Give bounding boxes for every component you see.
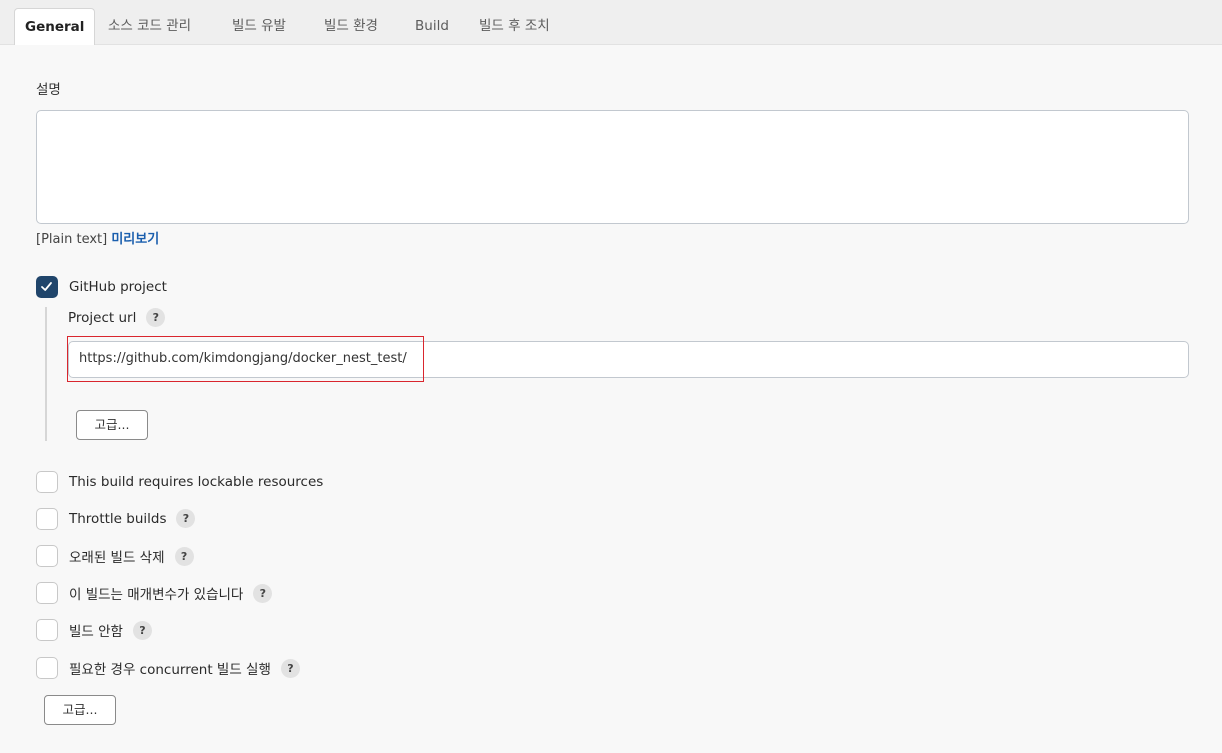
lockable-resources-label-text: This build requires lockable resources: [69, 474, 324, 490]
preview-link[interactable]: 미리보기: [111, 232, 159, 247]
check-icon: [41, 282, 52, 291]
github-project-label: GitHub project: [69, 279, 167, 295]
tab-build-triggers[interactable]: 빌드 유발: [232, 10, 286, 44]
discard-old-builds-label-text: 오래된 빌드 삭제: [69, 550, 165, 566]
concurrent-builds-help-icon[interactable]: ?: [280, 658, 300, 678]
tab-post-build-actions[interactable]: 빌드 후 조치: [479, 10, 550, 44]
parameterized-build-checkbox[interactable]: [36, 582, 58, 604]
config-tab-bar: General 소스 코드 관리 빌드 유발 빌드 환경 Build 빌드 후 …: [0, 0, 1222, 45]
discard-old-builds-checkbox[interactable]: [36, 545, 58, 567]
general-advanced-button[interactable]: 고급...: [44, 695, 116, 725]
github-advanced-button[interactable]: 고급...: [76, 410, 148, 440]
disable-build-label: 빌드 안함 ?: [69, 620, 152, 640]
throttle-builds-help-icon[interactable]: ?: [176, 509, 196, 528]
github-project-checkbox[interactable]: [36, 276, 58, 298]
concurrent-builds-checkbox[interactable]: [36, 657, 58, 679]
tab-general[interactable]: General: [14, 8, 96, 45]
project-url-label: Project url ?: [68, 308, 166, 327]
tab-build-environment[interactable]: 빌드 환경: [324, 10, 378, 44]
parameterized-build-label: 이 빌드는 매개변수가 있습니다 ?: [69, 583, 273, 603]
concurrent-builds-label-text: 필요한 경우 concurrent 빌드 실행: [69, 662, 271, 678]
github-project-section-line: [45, 307, 47, 441]
disable-build-help-icon[interactable]: ?: [132, 620, 152, 640]
tab-source-code-management[interactable]: 소스 코드 관리: [108, 10, 191, 44]
concurrent-builds-label: 필요한 경우 concurrent 빌드 실행 ?: [69, 658, 300, 678]
disable-build-label-text: 빌드 안함: [69, 624, 123, 640]
tab-build[interactable]: Build: [415, 10, 449, 44]
throttle-builds-label: Throttle builds ?: [69, 509, 196, 528]
discard-old-builds-label: 오래된 빌드 삭제 ?: [69, 546, 194, 566]
disable-build-checkbox[interactable]: [36, 619, 58, 641]
lockable-resources-label: This build requires lockable resources: [69, 474, 323, 490]
description-textarea[interactable]: [36, 110, 1189, 224]
description-label: 설명: [36, 82, 61, 98]
discard-old-builds-help-icon[interactable]: ?: [174, 546, 194, 566]
description-format-row: [Plain text] 미리보기: [36, 228, 159, 247]
lockable-resources-checkbox[interactable]: [36, 471, 58, 493]
github-project-label-text: GitHub project: [69, 279, 167, 295]
plain-text-label: [Plain text]: [36, 232, 108, 247]
parameterized-build-help-icon[interactable]: ?: [253, 583, 273, 603]
throttle-builds-checkbox[interactable]: [36, 508, 58, 530]
project-url-label-text: Project url: [68, 309, 137, 326]
parameterized-build-label-text: 이 빌드는 매개변수가 있습니다: [69, 587, 244, 603]
throttle-builds-label-text: Throttle builds: [69, 510, 167, 527]
project-url-input[interactable]: https://github.com/kimdongjang/docker_ne…: [68, 341, 1189, 378]
project-url-help-icon[interactable]: ?: [146, 308, 166, 327]
